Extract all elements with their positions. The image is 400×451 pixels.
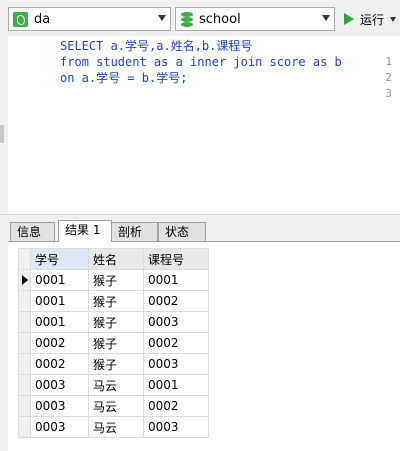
code-text: from student as a inner join score as b xyxy=(60,55,342,69)
row-selector[interactable] xyxy=(18,269,31,291)
cell[interactable]: 猴子 xyxy=(88,311,144,333)
tab-status[interactable]: 状态 xyxy=(158,222,206,242)
row-selector[interactable] xyxy=(18,311,31,333)
table-row[interactable]: 0003 马云 0001 xyxy=(18,374,209,396)
cell[interactable]: 猴子 xyxy=(88,290,144,312)
database-label: school xyxy=(199,11,241,27)
cell[interactable]: 0002 xyxy=(30,353,89,375)
row-selector[interactable] xyxy=(18,374,31,396)
result-grid[interactable]: 学号 姓名 课程号 0001 猴子 0001 0001 猴子 0002 0001 xyxy=(8,242,400,451)
column-header[interactable]: 姓名 xyxy=(88,248,144,270)
toolbar: da school 运行 xyxy=(0,0,400,36)
line-number: 3 xyxy=(385,87,392,100)
cell[interactable]: 马云 xyxy=(88,374,144,396)
cell[interactable]: 0001 xyxy=(30,290,89,312)
row-selector[interactable] xyxy=(18,395,31,417)
chevron-down-icon[interactable] xyxy=(390,16,397,22)
database-select[interactable]: school xyxy=(175,7,335,31)
connection-icon xyxy=(13,11,28,27)
cell[interactable]: 0003 xyxy=(30,374,89,396)
row-selector[interactable] xyxy=(18,332,31,354)
cell[interactable]: 猴子 xyxy=(88,332,144,354)
cell[interactable]: 0002 xyxy=(143,290,209,312)
cell[interactable]: 马云 xyxy=(88,416,144,438)
editor-line: 3 on a.学号 = b.学号; xyxy=(8,70,400,100)
row-selector[interactable] xyxy=(18,353,31,375)
run-label: 运行 xyxy=(360,12,385,27)
cell[interactable]: 0001 xyxy=(30,269,89,291)
sql-editor[interactable]: 1 SELECT a.学号,a.姓名,b.课程号 2 from student … xyxy=(8,36,400,214)
cell[interactable]: 猴子 xyxy=(88,353,144,375)
run-button[interactable]: 运行 xyxy=(344,8,397,30)
play-icon xyxy=(344,13,354,25)
tab-profile[interactable]: 剖析 xyxy=(111,222,158,242)
connection-select[interactable]: da xyxy=(8,7,171,31)
table-row[interactable]: 0001 猴子 0003 xyxy=(18,311,209,333)
cell[interactable]: 0001 xyxy=(143,269,209,291)
cell[interactable]: 0002 xyxy=(143,332,209,354)
row-selector[interactable] xyxy=(18,416,31,438)
column-header[interactable]: 学号 xyxy=(30,248,89,270)
column-header[interactable]: 课程号 xyxy=(143,248,209,270)
cell[interactable]: 0002 xyxy=(143,395,209,417)
table-row[interactable]: 0001 猴子 0002 xyxy=(18,290,209,312)
table-row[interactable]: 0002 猴子 0002 xyxy=(18,332,209,354)
cell[interactable]: 0001 xyxy=(30,311,89,333)
current-row-icon xyxy=(22,275,28,285)
code-text: SELECT a.学号,a.姓名,b.课程号 xyxy=(60,39,253,53)
sidebar-grip[interactable] xyxy=(0,125,4,143)
cell[interactable]: 0003 xyxy=(30,416,89,438)
table-row[interactable]: 0002 猴子 0003 xyxy=(18,353,209,375)
tab-info[interactable]: 信息 xyxy=(10,222,55,242)
tab-result-1[interactable]: 结果 1 xyxy=(58,220,112,243)
editor-line: 2 from student as a inner join score as … xyxy=(8,54,400,84)
table-row[interactable]: 0001 猴子 0001 xyxy=(18,269,209,291)
cell[interactable]: 0003 xyxy=(143,353,209,375)
editor-line: 1 SELECT a.学号,a.姓名,b.课程号 xyxy=(8,38,400,68)
cell[interactable]: 0003 xyxy=(143,311,209,333)
cell[interactable]: 马云 xyxy=(88,395,144,417)
cell[interactable]: 0003 xyxy=(143,416,209,438)
connection-label: da xyxy=(34,11,51,27)
result-tabs: 信息 结果 1 剖析 状态 xyxy=(8,220,400,243)
table-row[interactable]: 0003 马云 0003 xyxy=(18,416,209,438)
table-row[interactable]: 0003 马云 0002 xyxy=(18,395,209,417)
row-selector-header xyxy=(18,248,31,270)
chevron-down-icon xyxy=(158,15,166,21)
cell[interactable]: 0002 xyxy=(30,332,89,354)
cell[interactable]: 0001 xyxy=(143,374,209,396)
cell[interactable]: 猴子 xyxy=(88,269,144,291)
database-icon xyxy=(181,11,193,27)
row-selector[interactable] xyxy=(18,290,31,312)
cell[interactable]: 0003 xyxy=(30,395,89,417)
code-text: on a.学号 = b.学号; xyxy=(60,71,188,85)
header-row: 学号 姓名 课程号 xyxy=(18,248,209,270)
chevron-down-icon xyxy=(322,15,330,21)
result-table: 学号 姓名 课程号 0001 猴子 0001 0001 猴子 0002 0001 xyxy=(18,248,209,438)
